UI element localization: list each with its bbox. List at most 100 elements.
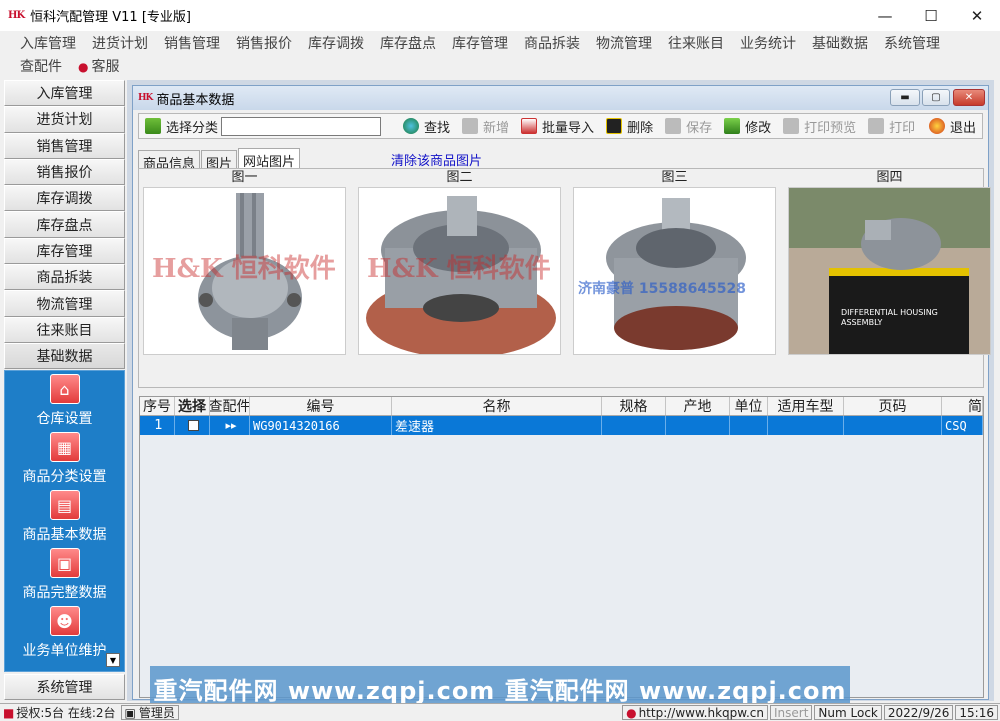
print-button[interactable]: 打印	[868, 117, 915, 136]
sub-item-label: 商品基本数据	[22, 527, 107, 543]
time-display: 15:16	[955, 705, 998, 720]
column-header[interactable]: 产地	[666, 397, 730, 415]
menu-item[interactable]: 往来账目	[660, 33, 732, 53]
product-image[interactable]: H&K 恒科软件	[358, 187, 561, 355]
product-image[interactable]: 济南豪普 15588645528	[573, 187, 776, 355]
scroll-down-icon[interactable]: ▼	[106, 653, 120, 667]
clear-images-link[interactable]: 清除该商品图片	[391, 150, 482, 169]
batch-import-button[interactable]: 批量导入	[521, 117, 594, 136]
save-button[interactable]: 保存	[665, 117, 712, 136]
nav-item-system[interactable]: 系统管理	[4, 674, 125, 700]
minimize-button[interactable]: —	[862, 0, 908, 31]
search-icon	[403, 118, 420, 134]
child-window-title: 商品基本数据	[156, 92, 235, 108]
menu-item[interactable]: 库存管理	[444, 33, 516, 53]
person-icon: ☻	[49, 606, 80, 636]
column-header[interactable]: 适用车型	[768, 397, 844, 415]
column-header[interactable]: 规格	[602, 397, 666, 415]
row-origin	[666, 416, 730, 435]
menu-item[interactable]: 物流管理	[588, 33, 660, 53]
print-label: 打印	[889, 120, 916, 136]
menu-item[interactable]: 商品拆装	[516, 33, 588, 53]
checkbox-icon[interactable]	[188, 420, 199, 431]
category-input[interactable]	[221, 116, 382, 136]
child-close-button[interactable]: ✕	[953, 89, 985, 106]
menu-item[interactable]: 库存调拨	[300, 33, 372, 53]
sub-item-category[interactable]: ▦ 商品分类设置	[5, 429, 124, 487]
menu-item[interactable]: 系统管理	[876, 33, 948, 53]
product-table: 序号 选择 查配件 编号 名称 规格 产地 单位 适用车型 页码 简 1 ▸▸ …	[139, 396, 984, 698]
batch-import-label: 批量导入	[542, 120, 595, 136]
menu-item[interactable]: 基础数据	[804, 33, 876, 53]
nav-item[interactable]: 进货计划	[4, 106, 125, 133]
image-slot-3: 图三 济南豪普 15588645528	[573, 169, 776, 355]
nav-item[interactable]: 销售报价	[4, 158, 125, 186]
column-header[interactable]: 序号	[140, 397, 175, 415]
nav-item[interactable]: 入库管理	[4, 80, 125, 107]
sub-item-warehouse[interactable]: ⌂ 仓库设置	[5, 371, 124, 429]
nav-item[interactable]: 库存调拨	[4, 185, 125, 212]
row-page	[844, 416, 942, 435]
sub-item-label: 业务单位维护	[22, 643, 107, 659]
nav-item[interactable]: 商品拆装	[4, 264, 125, 291]
column-header[interactable]: 选择	[175, 397, 210, 415]
column-header[interactable]: 简	[942, 397, 983, 415]
license-status: ■ 授权:5台 在线:2台	[0, 705, 119, 721]
row-vehicle	[768, 416, 844, 435]
column-header[interactable]: 查配件	[210, 397, 250, 415]
row-abbrev: CSQ	[942, 416, 983, 435]
image-panel: 图一 H&K 恒科软件 图二 H&K 恒科软件 图三 济南豪普 15588645…	[138, 168, 991, 388]
column-header[interactable]: 页码	[844, 397, 942, 415]
sub-item-label: 商品分类设置	[22, 469, 107, 485]
product-image[interactable]: DIFFERENTIAL HOUSING ASSEMBLY	[788, 187, 991, 355]
delete-button[interactable]: 删除	[606, 117, 653, 136]
nav-item[interactable]: 物流管理	[4, 290, 125, 317]
website-link-text: http://www.hkqpw.cn	[638, 705, 764, 720]
edit-button[interactable]: 修改	[724, 117, 771, 136]
sub-item-label: 仓库设置	[36, 411, 93, 427]
column-header[interactable]: 编号	[250, 397, 392, 415]
table-row[interactable]: 1 ▸▸ WG9014320166 差速器 CSQ	[140, 416, 983, 435]
menu-item-service[interactable]: ● 客服	[70, 56, 127, 76]
product-image[interactable]: H&K 恒科软件	[143, 187, 346, 355]
image-box-label: DIFFERENTIAL HOUSING ASSEMBLY	[841, 308, 938, 327]
menu-item[interactable]: 业务统计	[732, 33, 804, 53]
row-code: WG9014320166	[250, 416, 392, 435]
menu-item[interactable]: 销售报价	[228, 33, 300, 53]
window-title: 恒科汽配管理 V11 [专业版]	[30, 10, 191, 25]
menu-item-find-parts[interactable]: 查配件	[12, 56, 70, 76]
insert-indicator: Insert	[770, 705, 813, 720]
nav-item[interactable]: 库存盘点	[4, 211, 125, 238]
find-parts-icon[interactable]: ▸▸	[210, 416, 250, 435]
nav-item[interactable]: 销售管理	[4, 132, 125, 159]
column-header[interactable]: 名称	[392, 397, 602, 415]
table-header: 序号 选择 查配件 编号 名称 规格 产地 单位 适用车型 页码 简	[140, 397, 983, 416]
column-header[interactable]: 单位	[730, 397, 768, 415]
product-basic-data-window: HK 商品基本数据 ▬ ▢ ✕ 选择分类 查找 新增 批量导入 删除 保存 修改…	[132, 85, 991, 700]
add-button[interactable]: 新增	[462, 117, 509, 136]
menu-item[interactable]: 库存盘点	[372, 33, 444, 53]
menu-item[interactable]: 进货计划	[84, 33, 156, 53]
close-button[interactable]: ✕	[954, 0, 1000, 31]
menu-item[interactable]: 销售管理	[156, 33, 228, 53]
user-status-text: 管理员	[138, 706, 175, 720]
child-minimize-button[interactable]: ▬	[890, 89, 920, 106]
category-icon	[145, 118, 161, 134]
row-checkbox[interactable]	[175, 416, 210, 435]
menu-item[interactable]: 入库管理	[12, 33, 84, 53]
print-preview-button[interactable]: 打印预览	[783, 117, 856, 136]
find-button[interactable]: 查找	[403, 117, 450, 136]
maximize-button[interactable]: ☐	[908, 0, 954, 31]
nav-item-basic-data[interactable]: 基础数据	[4, 342, 125, 370]
child-maximize-button[interactable]: ▢	[922, 89, 950, 106]
status-bar: ■ 授权:5台 在线:2台 ▣ 管理员 ● http://www.hkqpw.cn I…	[0, 703, 1000, 721]
website-link[interactable]: ● http://www.hkqpw.cn	[622, 705, 768, 720]
web-icon: ●	[626, 705, 637, 720]
nav-item[interactable]: 库存管理	[4, 237, 125, 265]
title-bar: HK 恒科汽配管理 V11 [专业版] — ☐ ✕	[0, 0, 1000, 31]
print-preview-icon	[783, 118, 800, 134]
sub-item-product-full[interactable]: ▣ 商品完整数据	[5, 545, 124, 603]
sub-item-product-basic[interactable]: ▤ 商品基本数据	[5, 487, 124, 545]
exit-button[interactable]: 退出	[928, 117, 976, 136]
nav-item[interactable]: 往来账目	[4, 316, 125, 343]
